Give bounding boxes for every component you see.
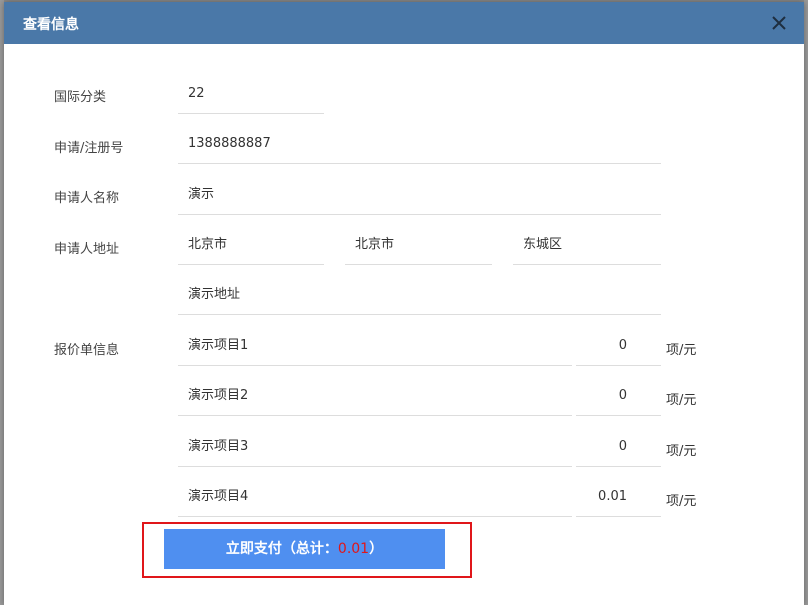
close-button[interactable] xyxy=(768,12,790,34)
applicant-name-field[interactable]: 演示 xyxy=(178,175,661,215)
address-district-field[interactable]: 东城区 xyxy=(513,225,661,265)
quote-item-name[interactable]: 演示项目2 xyxy=(178,376,572,416)
applicant-name-label: 申请人名称 xyxy=(54,191,120,206)
quote-item-price[interactable]: 0.01 xyxy=(576,477,661,517)
quote-item-unit: 项/元 xyxy=(666,393,697,408)
close-icon xyxy=(772,16,786,30)
quote-label: 报价单信息 xyxy=(54,343,120,358)
applicant-address-label: 申请人地址 xyxy=(54,242,120,257)
backdrop-right xyxy=(804,0,808,605)
quote-item-name[interactable]: 演示项目3 xyxy=(178,427,572,467)
quote-item-price[interactable]: 0 xyxy=(576,427,661,467)
address-province-field[interactable]: 北京市 xyxy=(178,225,324,265)
address-detail-field[interactable]: 演示地址 xyxy=(178,275,661,315)
address-city-field[interactable]: 北京市 xyxy=(345,225,492,265)
pay-label-suffix: ） xyxy=(369,541,384,557)
pay-label-prefix: 立即支付（总计： xyxy=(225,541,338,557)
quote-item-price[interactable]: 0 xyxy=(576,326,661,366)
view-info-dialog: 查看信息 国际分类 22 申请/注册号 1388888887 申请人名称 演示 … xyxy=(4,2,804,605)
dialog-header: 查看信息 xyxy=(4,2,804,44)
registration-label: 申请/注册号 xyxy=(54,141,124,156)
registration-field[interactable]: 1388888887 xyxy=(178,124,661,164)
class-label: 国际分类 xyxy=(54,90,107,105)
pay-now-button[interactable]: 立即支付（总计：0.01） xyxy=(164,529,445,569)
quote-item-price[interactable]: 0 xyxy=(576,376,661,416)
dialog-title: 查看信息 xyxy=(23,17,79,33)
quote-item-name[interactable]: 演示项目1 xyxy=(178,326,572,366)
pay-total-amount: 0.01 xyxy=(337,541,370,557)
quote-item-name[interactable]: 演示项目4 xyxy=(178,477,572,517)
quote-item-unit: 项/元 xyxy=(666,343,697,358)
quote-item-unit: 项/元 xyxy=(666,494,697,509)
class-field[interactable]: 22 xyxy=(178,74,324,114)
quote-item-unit: 项/元 xyxy=(666,444,697,459)
